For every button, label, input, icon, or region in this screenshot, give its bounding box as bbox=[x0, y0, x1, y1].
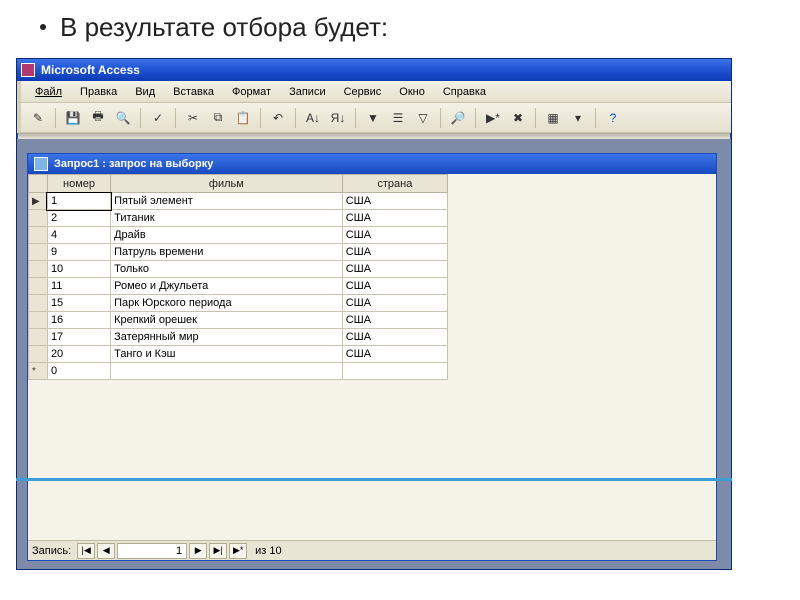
print-button[interactable]: 🖶 bbox=[87, 107, 109, 129]
toolbar-sep bbox=[475, 108, 476, 128]
query-icon bbox=[34, 157, 48, 171]
toolbar-sep bbox=[55, 108, 56, 128]
sort-desc-button[interactable]: Я↓ bbox=[327, 107, 349, 129]
nav-position-input[interactable] bbox=[117, 543, 187, 559]
cut-button[interactable]: ✂ bbox=[182, 107, 204, 129]
col-country[interactable]: страна bbox=[342, 175, 447, 193]
toolbar-sep bbox=[535, 108, 536, 128]
header-row: номер фильм страна bbox=[29, 175, 448, 193]
grid-empty-area bbox=[28, 380, 716, 540]
table-row[interactable]: 2ТитаникСША bbox=[29, 210, 448, 227]
db-window-button[interactable]: ▦ bbox=[542, 107, 564, 129]
table-row[interactable]: 11Ромео и ДжульетаСША bbox=[29, 278, 448, 295]
table-row[interactable]: ▶1Пятый элементСША bbox=[29, 193, 448, 210]
paste-button[interactable]: 📋 bbox=[232, 107, 254, 129]
slide-heading: В результате отбора будет: bbox=[0, 0, 800, 53]
new-record-button[interactable]: ▶* bbox=[482, 107, 504, 129]
menu-file[interactable]: Файл bbox=[27, 84, 70, 100]
menu-service[interactable]: Сервис bbox=[336, 84, 390, 100]
table-row[interactable]: 16Крепкий орешекСША bbox=[29, 312, 448, 329]
filter-sel-button[interactable]: ▼ bbox=[362, 107, 384, 129]
datagrid-wrap: номер фильм страна ▶1Пятый элементСША 2Т… bbox=[28, 174, 716, 540]
filter-form-button[interactable]: ☰ bbox=[387, 107, 409, 129]
new-row[interactable]: *0 bbox=[29, 363, 448, 380]
undo-button[interactable]: ↶ bbox=[267, 107, 289, 129]
menu-bar: Файл Правка Вид Вставка Формат Записи Се… bbox=[17, 81, 731, 103]
nav-first-button[interactable]: |◀ bbox=[77, 543, 95, 559]
col-number[interactable]: номер bbox=[47, 175, 110, 193]
col-film[interactable]: фильм bbox=[111, 175, 343, 193]
view-button[interactable]: ✎ bbox=[27, 107, 49, 129]
table-row[interactable]: 17Затерянный мирСША bbox=[29, 329, 448, 346]
toolbar-sep bbox=[260, 108, 261, 128]
menu-insert[interactable]: Вставка bbox=[165, 84, 222, 100]
app-title: Microsoft Access bbox=[41, 63, 140, 77]
query-titlebar[interactable]: Запрос1 : запрос на выборку bbox=[28, 154, 716, 174]
slide-heading-text: В результате отбора будет: bbox=[60, 12, 388, 42]
new-object-button[interactable]: ▾ bbox=[567, 107, 589, 129]
preview-button[interactable]: 🔍 bbox=[112, 107, 134, 129]
toolbar: ✎ 💾 🖶 🔍 ✓ ✂ ⧉ 📋 ↶ A↓ Я↓ ▼ ☰ ▽ 🔎 ▶* ✖ ▦ ▾… bbox=[17, 103, 731, 133]
main-titlebar[interactable]: Microsoft Access bbox=[17, 59, 731, 81]
find-button[interactable]: 🔎 bbox=[447, 107, 469, 129]
menu-edit[interactable]: Правка bbox=[72, 84, 125, 100]
bottom-accent-line bbox=[16, 478, 732, 481]
nav-next-button[interactable]: ▶ bbox=[189, 543, 207, 559]
copy-button[interactable]: ⧉ bbox=[207, 107, 229, 129]
sort-asc-button[interactable]: A↓ bbox=[302, 107, 324, 129]
query-title-text: Запрос1 : запрос на выборку bbox=[54, 158, 213, 170]
nav-last-button[interactable]: ▶| bbox=[209, 543, 227, 559]
nav-prev-button[interactable]: ◀ bbox=[97, 543, 115, 559]
menu-view[interactable]: Вид bbox=[127, 84, 163, 100]
bullet-icon bbox=[40, 24, 46, 30]
access-app-window: Microsoft Access Файл Правка Вид Вставка… bbox=[16, 58, 732, 570]
toolbar-sep bbox=[140, 108, 141, 128]
toolbar-sep bbox=[440, 108, 441, 128]
menu-records[interactable]: Записи bbox=[281, 84, 334, 100]
nav-label: Запись: bbox=[32, 545, 71, 557]
menu-format[interactable]: Формат bbox=[224, 84, 279, 100]
nav-of-label: из 10 bbox=[255, 545, 281, 557]
help-button[interactable]: ? bbox=[602, 107, 624, 129]
toolbar-sep bbox=[355, 108, 356, 128]
row-header-blank[interactable] bbox=[29, 175, 48, 193]
save-button[interactable]: 💾 bbox=[62, 107, 84, 129]
delete-record-button[interactable]: ✖ bbox=[507, 107, 529, 129]
toolbar-sep bbox=[295, 108, 296, 128]
access-app-icon bbox=[21, 63, 35, 77]
row-selector[interactable]: ▶ bbox=[29, 193, 48, 210]
apply-filter-button[interactable]: ▽ bbox=[412, 107, 434, 129]
menu-help[interactable]: Справка bbox=[435, 84, 494, 100]
toolbar-sep bbox=[595, 108, 596, 128]
table-row[interactable]: 15 Парк Юрского периодаСША bbox=[29, 295, 448, 312]
datagrid[interactable]: номер фильм страна ▶1Пятый элементСША 2Т… bbox=[28, 174, 448, 380]
table-row[interactable]: 9Патруль времениСША bbox=[29, 244, 448, 261]
toolbar-sep bbox=[175, 108, 176, 128]
table-row[interactable]: 10ТолькоСША bbox=[29, 261, 448, 278]
spell-button[interactable]: ✓ bbox=[147, 107, 169, 129]
table-row[interactable]: 20Танго и КэшСША bbox=[29, 346, 448, 363]
record-navigator: Запись: |◀ ◀ ▶ ▶| ▶* из 10 bbox=[28, 540, 716, 560]
query-window: Запрос1 : запрос на выборку номер фильм … bbox=[27, 153, 717, 561]
mdi-client-area: Запрос1 : запрос на выборку номер фильм … bbox=[17, 139, 731, 569]
menu-window[interactable]: Окно bbox=[391, 84, 433, 100]
table-row[interactable]: 4ДрайвСША bbox=[29, 227, 448, 244]
nav-new-button[interactable]: ▶* bbox=[229, 543, 247, 559]
